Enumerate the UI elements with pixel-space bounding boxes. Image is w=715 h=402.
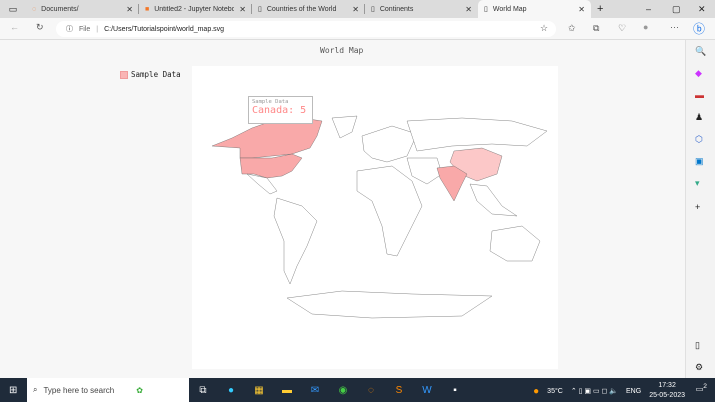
legend-label: Sample Data [131,70,181,79]
explorer-icon[interactable]: ▬ [273,385,301,396]
middle-east[interactable] [406,157,443,185]
address-bar-row: ← ↻ ⓘ File | C:/Users/Tutorialspoint/wor… [0,18,715,40]
refresh-icon[interactable]: ↻ [36,22,44,33]
tab-documents[interactable]: ◌ Documents/ ✕ [26,0,139,18]
south-america[interactable] [273,197,318,285]
chart-title: World Map [320,46,364,55]
legend-swatch [120,70,128,79]
edge-icon[interactable]: ● [217,385,245,396]
tab-actions-icon[interactable]: ▭ [0,4,26,15]
chrome-icon[interactable]: ◉ [329,385,357,396]
europe[interactable] [361,125,418,163]
sublime-icon[interactable]: S [385,385,413,396]
close-window-button[interactable]: ✕ [698,4,706,15]
tab-jupyter[interactable]: ■ Untitled2 - Jupyter Notebook ✕ [139,0,252,18]
add-icon[interactable]: + [695,202,700,212]
page-icon: ▯ [371,6,375,13]
search-placeholder: Type here to search [43,385,115,395]
language[interactable]: ENG [626,388,641,395]
se-asia[interactable] [469,183,518,217]
search-icon: ⌕ [33,385,38,394]
legend-item[interactable]: Sample Data [120,70,181,79]
favorites-icon[interactable]: ✩ [568,23,576,34]
tab-label: Countries of the World [266,5,337,13]
bing-copilot-icon[interactable]: ⓑ [693,20,705,37]
close-icon[interactable]: ✕ [239,5,246,14]
url-text: C:/Users/Tutorialspoint/world_map.svg [104,25,225,33]
more-icon[interactable]: ··· [670,22,679,32]
tab-strip: ▭ ◌ Documents/ ✕ ■ Untitled2 - Jupyter Note… [0,0,715,18]
start-button[interactable]: ⊞ [9,385,17,396]
outlook-icon[interactable]: ▣ [695,156,704,167]
file-label: File [79,25,91,33]
profile-avatar[interactable]: ● [643,22,648,32]
favorite-add-icon[interactable]: ☆ [540,23,548,34]
close-icon[interactable]: ✕ [352,5,359,14]
terminal-icon[interactable]: ▪ [441,385,469,396]
info-icon: ⓘ [66,26,73,33]
greenland[interactable] [331,115,358,139]
tab-label: Untitled2 - Jupyter Notebook [154,5,235,13]
tools-icon[interactable]: ▬ [695,90,704,100]
taskbar-search[interactable]: ⌕ Type here to search ✿ [27,378,189,402]
tab-label: World Map [492,5,527,13]
country-canada[interactable] [211,117,323,159]
maximize-button[interactable]: ▢ [672,4,681,15]
word-icon[interactable]: W [413,385,441,396]
tooltip: Sample Data Canada: 5 [248,96,313,124]
page-icon: ▯ [484,6,488,13]
close-icon[interactable]: ✕ [465,5,472,14]
date: 25-05-2023 [649,392,685,399]
notebook-icon: ■ [145,5,150,13]
jupyter-icon[interactable]: ◌ [357,385,385,396]
tab-world-map[interactable]: ▯ World Map ✕ [478,0,591,18]
tab-continents[interactable]: ▯ Continents ✕ [365,0,478,18]
tab-label: Continents [379,5,414,13]
hide-sidebar-icon[interactable]: ▯ [695,340,700,351]
collections-icon[interactable]: ⧉ [593,23,599,34]
system-tray: ● 35°C ⌃ ▯ ▣ ▭ ◻ 🔈 ENG 17:32 25-05-2023 [533,381,685,401]
tooltip-value: Canada: 5 [252,105,307,116]
jupyter-icon: ◌ [32,5,37,13]
new-tab-button[interactable]: + [597,3,603,15]
antarctica[interactable] [286,290,493,319]
drop-icon[interactable]: ▾ [695,178,700,189]
task-view-icon[interactable]: ⧉ [189,385,217,396]
back-icon[interactable]: ← [10,22,19,32]
page-icon: ▯ [258,6,262,13]
store-icon[interactable]: ▦ [245,385,273,396]
russia[interactable] [406,117,548,152]
taskbar: ⊞ ⌕ Type here to search ✿ ⧉ ● ▦ ▬ ✉ ◉ ◌ S … [0,378,715,402]
games-icon[interactable]: ♟ [695,112,703,123]
africa[interactable] [356,165,423,257]
africa-widget-icon: ✿ [136,385,143,395]
search-icon[interactable]: 🔍 [695,46,706,57]
notification-count: 2 [703,383,707,390]
edge-sidebar: 🔍 ◆ ▬ ♟ ⬡ ▣ ▾ + ▯ ⚙ [685,40,715,378]
weather-temp[interactable]: 35°C [547,388,563,395]
close-icon[interactable]: ✕ [578,5,585,14]
minimize-button[interactable]: – [646,4,651,14]
close-icon[interactable]: ✕ [126,5,133,14]
address-bar[interactable]: ⓘ File | C:/Users/Tutorialspoint/world_m… [56,21,556,37]
browser-essentials-icon[interactable]: ♡ [618,23,626,34]
shopping-icon[interactable]: ◆ [695,68,702,79]
world-map [192,66,558,369]
time: 17:32 [658,382,676,389]
notifications-button[interactable]: ▭2 [696,383,707,394]
tab-label: Documents/ [41,5,79,13]
tray-icons[interactable]: ⌃ ▯ ▣ ▭ ◻ 🔈 [571,387,618,395]
weather-icon[interactable]: ● [533,386,539,397]
clock[interactable]: 17:32 25-05-2023 [649,381,685,401]
mail-icon[interactable]: ✉ [301,385,329,396]
office-icon[interactable]: ⬡ [695,134,703,145]
australia[interactable] [489,225,541,262]
tab-countries[interactable]: ▯ Countries of the World ✕ [252,0,365,18]
settings-icon[interactable]: ⚙ [695,362,703,373]
country-india[interactable] [436,165,468,202]
